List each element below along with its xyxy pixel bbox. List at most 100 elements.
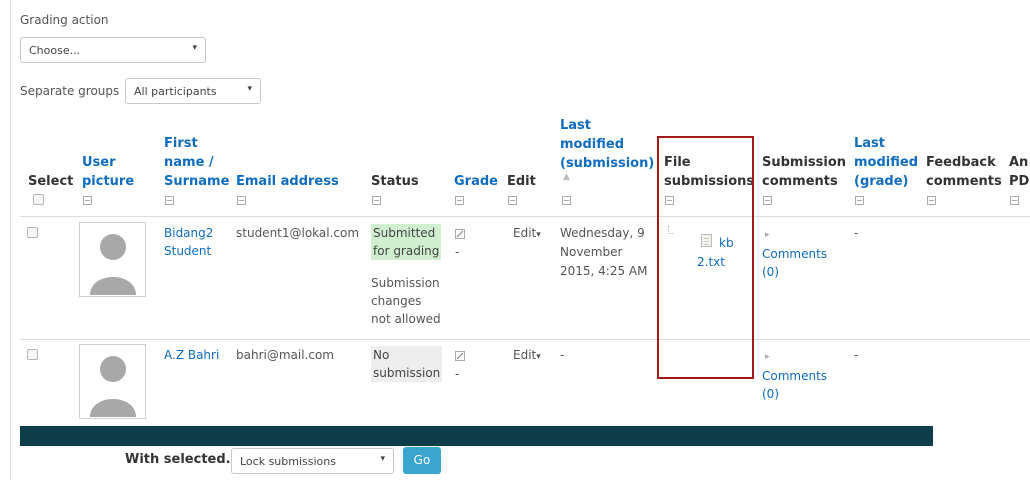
last-modified-submission: - (560, 348, 565, 362)
header-feedback-line2: comments (926, 174, 1002, 189)
last-modified-submission: Wednesday, 9 November 2015, 4:25 AM (560, 224, 648, 281)
chevron-down-icon: ▾ (192, 43, 197, 53)
go-button[interactable]: Go (403, 447, 441, 474)
status-note: Submission changes not allowed (371, 274, 441, 328)
collapse-column-icon[interactable] (763, 196, 772, 205)
header-grade[interactable]: Grade (454, 172, 498, 191)
header-lmg-line3: (grade) (854, 174, 909, 189)
header-last-modified-submission[interactable]: Last modified (submission) (560, 116, 654, 173)
edit-menu-label: Edit (513, 226, 537, 240)
status-line2: for grading (371, 242, 442, 260)
comments-line1: Comments (762, 247, 828, 261)
grade-edit-icon[interactable] (455, 229, 465, 239)
bulk-action-value: Lock submissions (240, 455, 336, 468)
status-note-line2: changes (371, 294, 422, 308)
caret-down-icon: ▾ (536, 352, 541, 362)
lms-line3: 2015, 4:25 AM (560, 264, 648, 278)
grade-value: - (455, 367, 460, 381)
status-line1: Submitted (371, 224, 442, 242)
user-fullname-link[interactable]: Bidang2 Student (164, 224, 213, 260)
file-submissions-highlight (657, 136, 754, 379)
header-user-picture[interactable]: User picture (82, 153, 134, 191)
header-annotate-pdf: An PD (1009, 153, 1029, 191)
user-avatar[interactable] (79, 344, 146, 419)
status-submitted-badge: Submitted for grading (371, 224, 442, 260)
bulk-action-select[interactable]: Lock submissions ▾ (231, 448, 394, 474)
caret-down-icon: ▾ (536, 230, 541, 240)
separate-groups-select[interactable]: All participants ▾ (125, 78, 261, 104)
collapse-column-icon[interactable] (855, 196, 864, 205)
table-footer-bar (20, 426, 933, 446)
row-select-checkbox[interactable] (27, 349, 38, 360)
collapse-column-icon[interactable] (1010, 196, 1019, 205)
header-lmg-line1: Last (854, 136, 886, 151)
header-lms-line1: Last (560, 118, 592, 133)
grading-action-select[interactable]: Choose... ▾ (20, 37, 206, 63)
header-email[interactable]: Email address (236, 172, 339, 191)
user-email: bahri@mail.com (236, 348, 334, 362)
submission-comments-link[interactable]: Comments (0) (762, 367, 827, 403)
header-last-modified-grade[interactable]: Last modified (grade) (854, 134, 918, 191)
status-line1: No (371, 346, 443, 364)
collapse-column-icon[interactable] (83, 196, 92, 205)
header-feedback-line1: Feedback (926, 155, 996, 170)
collapse-column-icon[interactable] (165, 196, 174, 205)
select-all-checkbox[interactable] (33, 194, 44, 205)
edit-menu[interactable]: Edit▾ (513, 224, 541, 244)
row-divider (20, 339, 1030, 340)
lms-line1: Wednesday, 9 (560, 226, 645, 240)
header-pdf-line1: An (1009, 155, 1029, 170)
default-user-icon (90, 234, 136, 295)
status-note-line1: Submission (371, 276, 440, 290)
header-lms-line2: modified (560, 137, 624, 152)
grading-action-value: Choose... (29, 44, 81, 57)
comments-count: (0) (762, 265, 779, 279)
header-edit: Edit (507, 174, 536, 189)
sort-ascending-icon: ▲ (563, 172, 570, 182)
grade-edit-icon[interactable] (455, 351, 465, 361)
header-lmg-line2: modified (854, 155, 918, 170)
edit-menu[interactable]: Edit▾ (513, 346, 541, 366)
user-email: student1@lokal.com (236, 226, 360, 240)
collapse-column-icon[interactable] (455, 196, 464, 205)
user-name-line2: Student (164, 244, 212, 258)
separate-groups-value: All participants (134, 85, 217, 98)
header-lms-line3: (submission) (560, 156, 655, 171)
left-border (10, 0, 11, 480)
grading-action-label: Grading action (20, 13, 109, 27)
header-submission-comments: Submission comments (762, 153, 846, 191)
collapse-column-icon[interactable] (508, 196, 517, 205)
user-name-line1: Bidang2 (164, 226, 214, 240)
collapse-column-icon[interactable] (237, 196, 246, 205)
header-first-name[interactable]: First name / Surname (164, 134, 229, 191)
grade-value: - (455, 245, 460, 259)
header-status: Status (371, 174, 419, 189)
submission-comments-link[interactable]: Comments (0) (762, 245, 827, 281)
expand-arrow-icon[interactable]: ▸ (765, 348, 770, 366)
user-fullname-link[interactable]: A.Z Bahri (164, 346, 219, 364)
status-line2: submission (371, 364, 443, 382)
header-subcom-line1: Submission (762, 155, 847, 170)
comments-line1: Comments (762, 369, 828, 383)
collapse-column-icon[interactable] (372, 196, 381, 205)
user-name-line1: A.Z Bahri (164, 348, 220, 362)
last-modified-grade: - (854, 348, 859, 362)
row-select-checkbox[interactable] (27, 227, 38, 238)
header-select: Select (28, 174, 74, 189)
status-no-submission-badge: No submission (371, 346, 443, 382)
status-note-line3: not allowed (371, 312, 441, 326)
header-feedback-comments: Feedback comments (926, 153, 1002, 191)
expand-arrow-icon[interactable]: ▸ (765, 226, 770, 244)
last-modified-grade: - (854, 226, 859, 240)
header-surname: Surname (164, 174, 230, 189)
header-pdf-line2: PD (1009, 174, 1030, 189)
lms-line2: November (560, 245, 623, 259)
edit-menu-label: Edit (513, 348, 537, 362)
separate-groups-label: Separate groups (20, 84, 120, 98)
chevron-down-icon: ▾ (380, 454, 385, 464)
collapse-column-icon[interactable] (562, 196, 571, 205)
chevron-down-icon: ▾ (247, 84, 252, 94)
header-first-name-line2: name / (164, 155, 214, 170)
user-avatar[interactable] (79, 222, 146, 297)
collapse-column-icon[interactable] (927, 196, 936, 205)
